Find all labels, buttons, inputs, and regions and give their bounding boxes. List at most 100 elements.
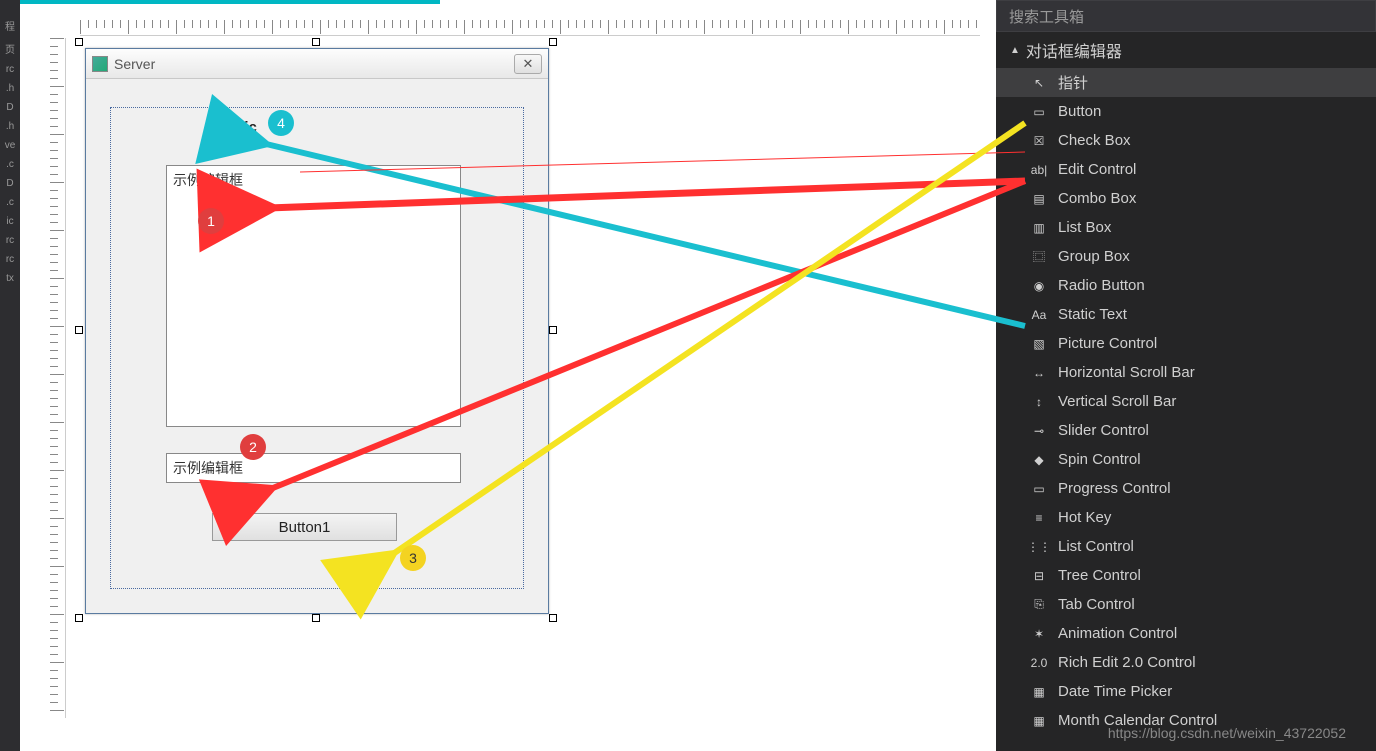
dialog-window-outer[interactable]: Server ✕ Static 示例编辑框 示例编辑框 Button1 [85,48,549,614]
toolbox-item-spin-control[interactable]: ◆ Spin Control [996,445,1376,474]
toolbox-item-label: Spin Control [1058,451,1366,468]
solution-explorer-strip: 程页rc .hD.h ve.cD .cicrc rctx [0,0,20,751]
toolbox-item-icon: ☒ [1030,133,1048,149]
collapse-triangle-icon: ▲ [1010,45,1020,56]
toolbox-item-animation-control[interactable]: ✶ Animation Control [996,619,1376,648]
button1-control[interactable]: Button1 [212,513,397,541]
toolbox-item-label: Button [1058,103,1366,120]
dialog-window[interactable]: Server ✕ Static 示例编辑框 示例编辑框 Button1 [85,48,549,614]
selection-handle-sw[interactable] [75,614,83,622]
selection-handle-w[interactable] [75,326,83,334]
toolbox-item-label: Vertical Scroll Bar [1058,393,1366,410]
static-text-control[interactable]: Static [216,119,257,136]
toolbox-item-group-box[interactable]: ⿴ Group Box [996,242,1376,271]
toolbox-panel: 搜索工具箱 ▲ 对话框编辑器 ↖ 指针 ▭ Button ☒ Check Box ab| Ed… [996,0,1376,751]
toolbox-item-label: Combo Box [1058,190,1366,207]
toolbox-item-icon: ab| [1030,162,1048,178]
toolbox-item-icon: ▦ [1030,684,1048,700]
toolbox-item-icon: ▭ [1030,104,1048,120]
toolbox-item-label: Edit Control [1058,161,1366,178]
app-icon [92,56,108,72]
toolbox-item-label: Radio Button [1058,277,1366,294]
horizontal-ruler [80,20,980,36]
toolbox-item-icon: Aa [1030,307,1048,323]
toolbox-item-label: Check Box [1058,132,1366,149]
toolbox-section-header[interactable]: ▲ 对话框编辑器 [996,32,1376,68]
toolbox-item-label: List Box [1058,219,1366,236]
toolbox-item-slider-control[interactable]: ⊸Slider Control [996,416,1376,445]
toolbox-item-label: 指针 [1058,72,1366,93]
toolbox-item-icon: 2.0 [1030,655,1048,671]
toolbox-item-picture-control[interactable]: ▧ Picture Control [996,329,1376,358]
dialog-titlebar[interactable]: Server ✕ [86,49,548,79]
toolbox-item-date-time-picker[interactable]: ▦ Date Time Picker [996,677,1376,706]
toolbox-item-vertical-scroll-bar[interactable]: ↕ Vertical Scroll Bar [996,387,1376,416]
active-tab-indicator [20,0,440,4]
toolbox-item-icon: ◉ [1030,278,1048,294]
close-button[interactable]: ✕ [514,54,542,74]
toolbox-item-icon: ↕ [1030,394,1048,410]
toolbox-item-label: Tree Control [1058,567,1366,584]
selection-handle-nw[interactable] [75,38,83,46]
close-icon: ✕ [523,56,534,72]
toolbox-item-tree-control[interactable]: ⊟Tree Control [996,561,1376,590]
toolbox-item-icon: ▥ [1030,220,1048,236]
toolbox-item-label: Horizontal Scroll Bar [1058,364,1366,381]
toolbox-item-combo-box[interactable]: ▤ Combo Box [996,184,1376,213]
selection-handle-s[interactable] [312,614,320,622]
annotation-badge-4: 4 [268,110,294,136]
selection-handle-se[interactable] [549,614,557,622]
annotation-badge-2: 2 [240,434,266,460]
selection-handle-n[interactable] [312,38,320,46]
vertical-ruler [50,38,66,718]
toolbox-item-label: Hot Key [1058,509,1366,526]
selection-handle-e[interactable] [549,326,557,334]
toolbox-item-icon: ◆ [1030,452,1048,468]
edit-control-large[interactable]: 示例编辑框 [166,165,461,427]
toolbox-item-tab-control[interactable]: ⎘ Tab Control [996,590,1376,619]
toolbox-item-radio-button[interactable]: ◉ Radio Button [996,271,1376,300]
toolbox-item-label: Group Box [1058,248,1366,265]
toolbox-item-label: Rich Edit 2.0 Control [1058,654,1366,671]
toolbox-item-horizontal-scroll-bar[interactable]: ↔ Horizontal Scroll Bar [996,358,1376,387]
toolbox-item-label: Progress Control [1058,480,1366,497]
toolbox-item-icon: ≡ [1030,510,1048,526]
toolbox-item-icon: ▦ [1030,713,1048,729]
toolbox-item-icon: ⊸ [1030,423,1048,439]
dialog-title: Server [114,56,508,72]
toolbox-item-icon: ⿴ [1030,249,1048,265]
toolbox-item--[interactable]: ↖ 指针 [996,68,1376,97]
toolbox-item-label: Picture Control [1058,335,1366,352]
dialog-editor-canvas[interactable]: Server ✕ Static 示例编辑框 示例编辑框 Button1 [20,0,996,751]
toolbox-item-label: Date Time Picker [1058,683,1366,700]
edit-control-small[interactable]: 示例编辑框 [166,453,461,483]
toolbox-item-list-control[interactable]: ⋮⋮ List Control [996,532,1376,561]
toolbox-item-label: List Control [1058,538,1366,555]
toolbox-item-hot-key[interactable]: ≡ Hot Key [996,503,1376,532]
toolbox-item-list-box[interactable]: ▥ List Box [996,213,1376,242]
toolbox-item-button[interactable]: ▭ Button [996,97,1376,126]
toolbox-item-icon: ✶ [1030,626,1048,642]
toolbox-item-icon: ↖ [1030,75,1048,91]
watermark: https://blog.csdn.net/weixin_43722052 [1108,725,1346,741]
annotation-badge-1: 1 [198,208,224,234]
dialog-body[interactable]: Static 示例编辑框 示例编辑框 Button1 [92,85,542,607]
annotation-badge-3: 3 [400,545,426,571]
toolbox-item-icon: ▤ [1030,191,1048,207]
toolbox-item-edit-control[interactable]: ab| Edit Control [996,155,1376,184]
toolbox-item-label: Animation Control [1058,625,1366,642]
toolbox-item-static-text[interactable]: Aa Static Text [996,300,1376,329]
toolbox-item-rich-edit-2-0-control[interactable]: 2.0 Rich Edit 2.0 Control [996,648,1376,677]
toolbox-item-label: Static Text [1058,306,1366,323]
toolbox-search-input[interactable]: 搜索工具箱 [996,0,1376,32]
toolbox-item-icon: ⋮⋮ [1030,539,1048,555]
toolbox-item-icon: ⎘ [1030,597,1048,613]
toolbox-item-check-box[interactable]: ☒ Check Box [996,126,1376,155]
toolbox-item-icon: ▧ [1030,336,1048,352]
selection-handle-ne[interactable] [549,38,557,46]
toolbox-item-progress-control[interactable]: ▭ Progress Control [996,474,1376,503]
toolbox-item-icon: ↔ [1030,365,1048,381]
toolbox-item-icon: ▭ [1030,481,1048,497]
toolbox-item-label: Tab Control [1058,596,1366,613]
toolbox-section-title: 对话框编辑器 [1026,38,1122,62]
